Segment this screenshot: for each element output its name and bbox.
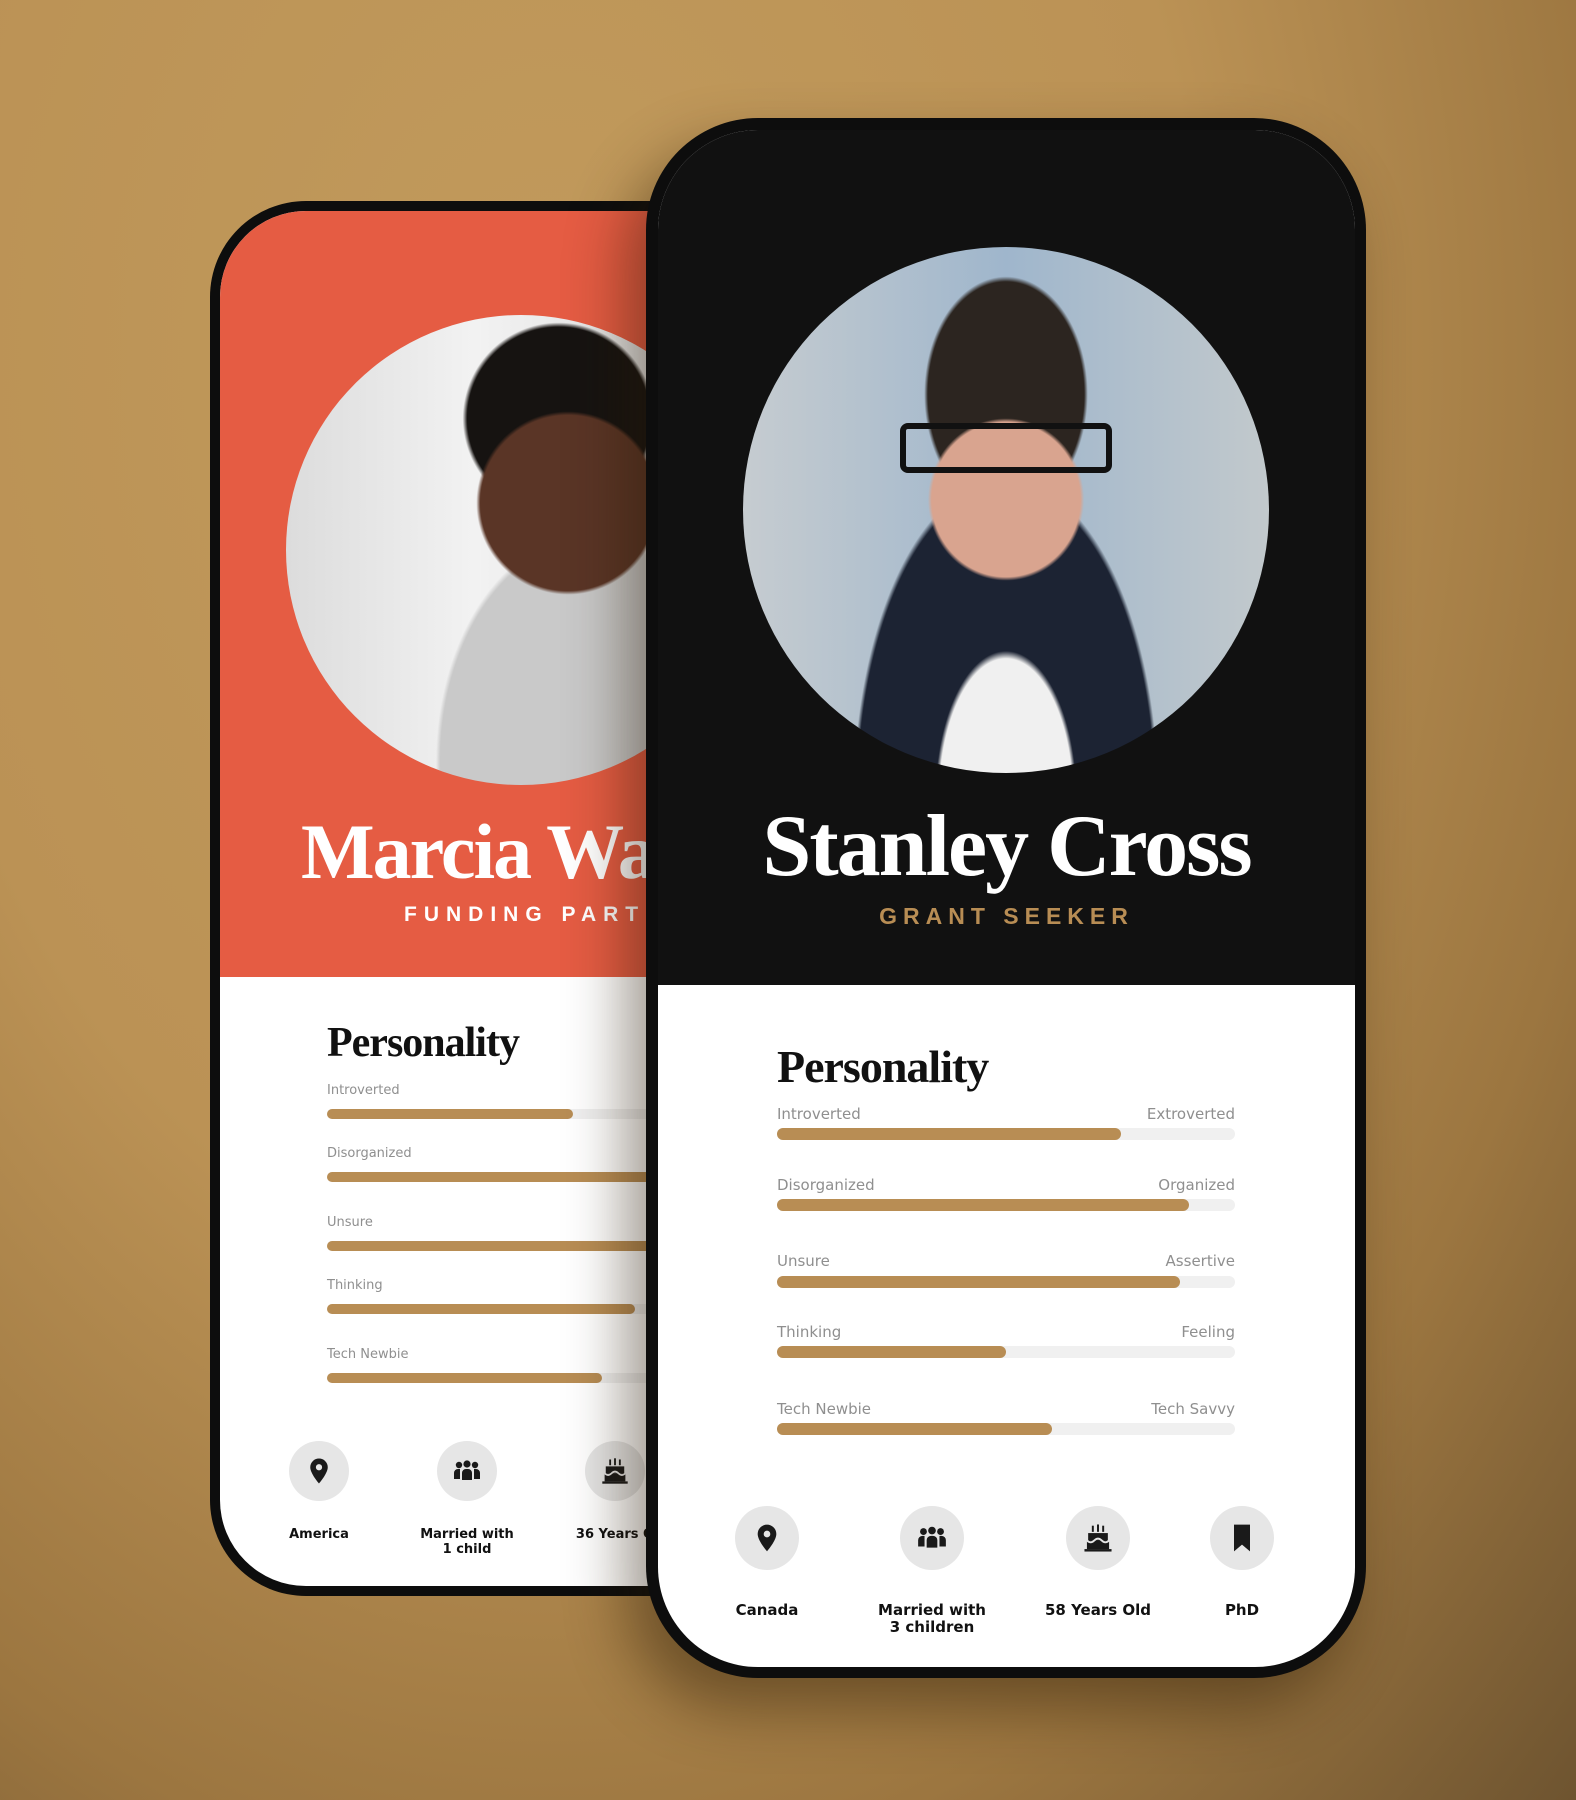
trait-slider-fill xyxy=(777,1128,1121,1140)
family-icon xyxy=(916,1522,948,1554)
family-icon xyxy=(452,1456,482,1486)
family-badge xyxy=(437,1441,497,1501)
location-pin-badge xyxy=(735,1506,799,1570)
trait-right-label: Tech Savvy xyxy=(1151,1400,1235,1418)
trait-slider-fill xyxy=(327,1172,688,1182)
front-personality-title: Personality xyxy=(777,1041,989,1092)
birthday-cake-badge xyxy=(1066,1506,1130,1570)
fact-label: Canada xyxy=(677,1601,857,1619)
birthday-cake-badge xyxy=(585,1441,645,1501)
back-profile-name: Marcia Wal xyxy=(301,808,677,895)
trait-slider xyxy=(777,1423,1235,1435)
fact-label-line1: PhD xyxy=(1224,1601,1260,1619)
trait-slider-fill xyxy=(777,1346,1006,1358)
location-pin-icon xyxy=(304,1456,334,1486)
front-phone-frame: Stanley Cross GRANT SEEKER Personality I… xyxy=(646,118,1366,1678)
glasses-detail xyxy=(900,423,1112,473)
trait-right-label: Extroverted xyxy=(1146,1105,1235,1123)
trait-left-label: Thinking xyxy=(327,1278,383,1293)
trait-right-label: Feeling xyxy=(1181,1323,1235,1341)
fact-label-line2: 3 children xyxy=(889,1618,975,1637)
trait-left-label: Unsure xyxy=(327,1215,373,1230)
trait-slider xyxy=(777,1128,1235,1140)
trait-left-label: Disorganized xyxy=(327,1146,412,1161)
trait-right-label: Organized xyxy=(1158,1176,1235,1194)
trait-slider-fill xyxy=(327,1373,602,1383)
fact-label-line2: 1 child xyxy=(442,1541,492,1557)
trait-slider-fill xyxy=(777,1276,1181,1288)
back-personality-title: Personality xyxy=(327,1020,520,1066)
trait-left-label: Introverted xyxy=(327,1083,400,1098)
bookmark-icon xyxy=(1226,1522,1258,1554)
trait-left-label: Tech Newbie xyxy=(327,1347,409,1362)
trait-right-label: Assertive xyxy=(1165,1252,1235,1270)
fact-label-line1: Married with xyxy=(878,1601,986,1619)
location-pin-badge xyxy=(289,1441,349,1501)
family-badge xyxy=(900,1506,964,1570)
front-profile-role: GRANT SEEKER xyxy=(879,903,1134,929)
fact-label: PhD xyxy=(1152,1601,1332,1619)
trait-slider-fill xyxy=(777,1199,1190,1211)
birthday-cake-icon xyxy=(1082,1522,1114,1554)
front-profile-photo xyxy=(743,247,1269,773)
location-pin-icon xyxy=(751,1522,783,1554)
fact-label: Married with 3 children xyxy=(842,1601,1022,1637)
trait-slider xyxy=(777,1346,1235,1358)
birthday-cake-icon xyxy=(600,1456,630,1486)
trait-slider-fill xyxy=(327,1109,573,1119)
front-phone-screen: Stanley Cross GRANT SEEKER Personality I… xyxy=(658,130,1355,1667)
trait-slider xyxy=(777,1199,1235,1211)
fact-label-line1: Canada xyxy=(735,1601,799,1619)
trait-slider-fill xyxy=(327,1241,696,1251)
trait-slider-fill xyxy=(777,1423,1052,1435)
bookmark-badge xyxy=(1210,1506,1274,1570)
front-profile-name: Stanley Cross xyxy=(762,798,1252,895)
trait-slider-fill xyxy=(327,1304,635,1314)
trait-slider xyxy=(777,1276,1235,1288)
